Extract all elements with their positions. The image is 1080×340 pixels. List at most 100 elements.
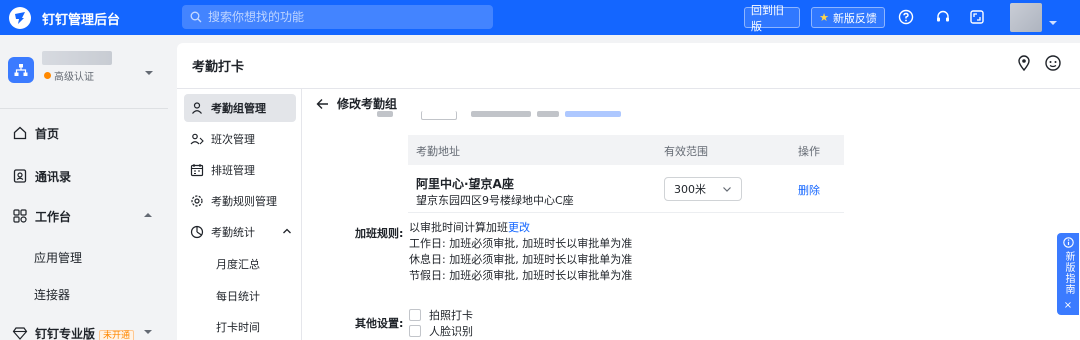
- org-name-redacted: [42, 51, 112, 65]
- sidebar-item-label: 钉钉专业版 未开通: [35, 325, 135, 340]
- column-header-range: 有效范围: [664, 145, 708, 158]
- dingtalk-logo[interactable]: [9, 7, 31, 29]
- subnav-item-rules[interactable]: 考勤规则管理: [184, 187, 296, 215]
- group-icon: [192, 102, 202, 114]
- table-header: 考勤地址 有效范围 操作: [408, 135, 844, 165]
- feedback-label: 新版反馈: [832, 11, 877, 25]
- option-label: 人脸识别: [429, 325, 473, 338]
- close-icon[interactable]: ×: [1064, 300, 1072, 311]
- subnav-item-shifts[interactable]: 班次管理: [184, 125, 296, 153]
- location-name: 阿里中心·望京A座: [416, 177, 514, 191]
- back-header[interactable]: 修改考勤组: [316, 95, 397, 112]
- search-icon: [190, 11, 202, 23]
- robot-assistant-icon[interactable]: [1044, 54, 1062, 72]
- user-avatar[interactable]: [1010, 3, 1042, 32]
- option-label: 拍照打卡: [429, 309, 473, 322]
- cert-dot-icon: [44, 72, 51, 79]
- apps-icon: [13, 209, 27, 223]
- not-activated-badge: 未开通: [99, 329, 135, 340]
- photo-punch-checkbox[interactable]: [409, 309, 421, 321]
- chevron-up-icon: [283, 228, 291, 234]
- calendar-icon: [190, 164, 204, 177]
- sidebar-item-home[interactable]: 首页: [0, 118, 168, 148]
- subnav-item-scheduling[interactable]: 排班管理: [184, 156, 296, 184]
- location-pin-icon[interactable]: [1015, 54, 1033, 72]
- info-icon: [1062, 237, 1074, 248]
- sidebar-item-app-management[interactable]: 应用管理: [0, 242, 168, 272]
- sidebar-item-connector[interactable]: 连接器: [0, 279, 168, 309]
- stats-icon: [190, 225, 204, 239]
- search-box[interactable]: [182, 5, 493, 29]
- guide-label: 新版指南: [1063, 251, 1074, 295]
- range-select[interactable]: 300米: [664, 177, 742, 201]
- photo-punch-option[interactable]: 拍照打卡: [409, 307, 473, 323]
- location-detail: 望京东园四区9号楼绿地中心C座: [416, 194, 574, 207]
- sidebar-item-label-text: 钉钉专业版: [35, 326, 96, 340]
- column-header-action: 操作: [798, 145, 820, 158]
- feedback-button[interactable]: ★ 新版反馈: [811, 7, 885, 28]
- shift-icon: [190, 133, 204, 145]
- overtime-holiday-rule: 节假日: 加班必须审批, 加班时长以审批单为准: [409, 269, 633, 282]
- org-avatar[interactable]: [8, 57, 34, 83]
- subnav-item-daily-stats[interactable]: 每日统计: [184, 282, 296, 310]
- sidebar-divider: [0, 108, 168, 109]
- sidebar-item-label: 工作台: [35, 209, 72, 224]
- chevron-down-icon: [723, 187, 731, 192]
- page-title: 考勤打卡: [192, 60, 245, 75]
- left-sidebar: 高级认证 首页 通讯录 工作台 应用管理 连接器 钉钉专业版 未开通: [0, 35, 168, 340]
- sidebar-item-label: 应用管理: [34, 250, 83, 265]
- form-title: 修改考勤组: [337, 97, 398, 111]
- edit-attendance-group-form: 修改考勤组 考勤地址 有效范围 操作 阿里中心·望京A座 望京东园四区9号楼绿地…: [302, 89, 1080, 340]
- back-to-old-version-button[interactable]: 回到旧版: [744, 4, 800, 33]
- arrow-left-icon[interactable]: [316, 98, 329, 110]
- chevron-down-icon: [144, 330, 152, 334]
- gear-icon: [191, 195, 203, 207]
- diamond-icon: [12, 327, 28, 340]
- scrolled-off-row: [377, 111, 637, 121]
- cert-label: 高级认证: [54, 72, 94, 83]
- app-title: 钉钉管理后台: [42, 13, 121, 28]
- top-bar: 钉钉管理后台 回到旧版 ★ 新版反馈: [0, 0, 1080, 35]
- chevron-up-icon: [144, 213, 152, 217]
- face-recognition-checkbox[interactable]: [409, 325, 421, 337]
- sidebar-item-contacts[interactable]: 通讯录: [0, 161, 168, 191]
- star-icon: ★: [819, 11, 829, 24]
- subnav-label: 考勤规则管理: [211, 195, 277, 208]
- change-overtime-link[interactable]: 更改: [508, 221, 530, 234]
- headset-icon[interactable]: [934, 8, 952, 26]
- range-value: 300米: [674, 183, 706, 196]
- overtime-summary: 以审批时间计算加班更改: [409, 219, 530, 235]
- sidebar-item-dingtalk-pro[interactable]: 钉钉专业版 未开通: [0, 318, 168, 340]
- table-row: 阿里中心·望京A座 望京东园四区9号楼绿地中心C座 300米 删除: [408, 165, 844, 213]
- subnav-label: 考勤统计: [211, 226, 255, 239]
- other-settings-label: 其他设置:: [355, 317, 404, 330]
- contacts-icon: [13, 169, 27, 183]
- subnav-item-attendance-groups[interactable]: 考勤组管理: [184, 94, 296, 122]
- attendance-sub-nav: 考勤组管理 班次管理 排班管理 考勤规则管理 考勤统计 月度汇总 每日统计 打卡…: [177, 89, 301, 340]
- face-recognition-option[interactable]: 人脸识别: [409, 323, 473, 339]
- chevron-down-icon[interactable]: [1048, 12, 1058, 31]
- attendance-location-table: 考勤地址 有效范围 操作 阿里中心·望京A座 望京东园四区9号楼绿地中心C座 3…: [408, 135, 844, 213]
- help-icon[interactable]: [897, 8, 915, 26]
- overtime-rules-label: 加班规则:: [355, 227, 404, 240]
- delete-location-link[interactable]: 删除: [798, 182, 820, 198]
- search-input[interactable]: [208, 10, 468, 24]
- subnav-label: 排班管理: [211, 164, 255, 177]
- sidebar-item-label: 首页: [35, 126, 60, 141]
- new-version-guide-tab[interactable]: 新版指南 ×: [1057, 233, 1079, 315]
- sidebar-item-label: 通讯录: [35, 169, 72, 184]
- subnav-item-punch-time[interactable]: 打卡时间: [184, 313, 296, 340]
- overtime-restday-rule: 休息日: 加班必须审批, 加班时长以审批单为准: [409, 253, 633, 266]
- certification-badge: 高级认证: [44, 68, 94, 83]
- overtime-summary-text: 以审批时间计算加班: [409, 221, 508, 234]
- chevron-down-icon[interactable]: [144, 62, 154, 81]
- sidebar-item-workbench[interactable]: 工作台: [0, 201, 168, 231]
- subnav-label: 每日统计: [216, 290, 260, 303]
- fullscreen-icon[interactable]: [968, 8, 986, 26]
- content-panel: 考勤打卡 考勤组管理 班次管理 排班管理 考勤规则管理 考勤统计 月度汇总 每日…: [177, 43, 1080, 340]
- subnav-item-statistics[interactable]: 考勤统计: [184, 218, 296, 246]
- column-header-address: 考勤地址: [416, 145, 460, 158]
- subnav-label: 考勤组管理: [211, 102, 266, 115]
- subnav-item-monthly-summary[interactable]: 月度汇总: [184, 250, 296, 278]
- subnav-label: 班次管理: [211, 133, 255, 146]
